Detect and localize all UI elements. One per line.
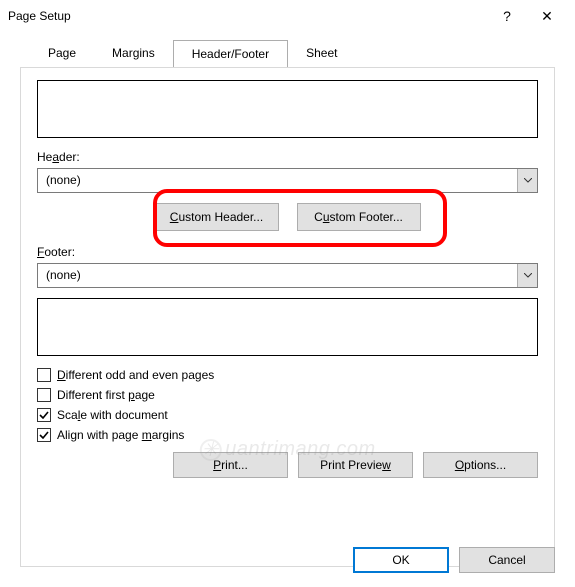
checkbox-diff-first[interactable] xyxy=(37,388,51,402)
header-preview xyxy=(37,80,538,138)
dialog-panel: Header: (none) Custom Header... Custom F… xyxy=(20,67,555,567)
label-diff-odd-even: Different odd and even pages xyxy=(57,368,214,382)
print-preview-button[interactable]: Print Preview xyxy=(298,452,413,478)
header-select[interactable]: (none) xyxy=(37,168,538,193)
custom-footer-button[interactable]: Custom Footer... xyxy=(297,203,421,231)
label-scale-doc: Scale with document xyxy=(57,408,168,422)
ok-button[interactable]: OK xyxy=(353,547,449,573)
tab-page[interactable]: Page xyxy=(30,40,94,67)
chevron-down-icon xyxy=(517,264,537,287)
footer-select[interactable]: (none) xyxy=(37,263,538,288)
tab-strip: Page Margins Header/Footer Sheet xyxy=(30,40,555,67)
footer-label: Footer: xyxy=(37,245,544,259)
custom-buttons-row: Custom Header... Custom Footer... xyxy=(31,203,544,231)
window-title: Page Setup xyxy=(8,9,487,23)
tab-margins[interactable]: Margins xyxy=(94,40,173,67)
help-button[interactable]: ? xyxy=(487,8,527,24)
footer-select-value: (none) xyxy=(38,264,517,287)
dialog-footer: OK Cancel xyxy=(353,547,555,573)
custom-header-button[interactable]: Custom Header... xyxy=(155,203,279,231)
action-buttons-row: Print... Print Preview Options... xyxy=(37,452,538,478)
checkbox-align-margins[interactable] xyxy=(37,428,51,442)
header-label: Header: xyxy=(37,150,544,164)
tab-sheet[interactable]: Sheet xyxy=(288,40,355,67)
checkbox-scale-doc[interactable] xyxy=(37,408,51,422)
checkbox-diff-odd-even[interactable] xyxy=(37,368,51,382)
title-bar: Page Setup ? ✕ xyxy=(0,0,575,32)
checkbox-group: Different odd and even pages Different f… xyxy=(37,368,544,442)
label-diff-first: Different first page xyxy=(57,388,155,402)
chevron-down-icon xyxy=(517,169,537,192)
footer-preview xyxy=(37,298,538,356)
header-select-value: (none) xyxy=(38,169,517,192)
tab-headerfooter[interactable]: Header/Footer xyxy=(173,40,288,67)
cancel-button[interactable]: Cancel xyxy=(459,547,555,573)
close-button[interactable]: ✕ xyxy=(527,8,567,25)
print-button[interactable]: Print... xyxy=(173,452,288,478)
options-button[interactable]: Options... xyxy=(423,452,538,478)
label-align-margins: Align with page margins xyxy=(57,428,184,442)
